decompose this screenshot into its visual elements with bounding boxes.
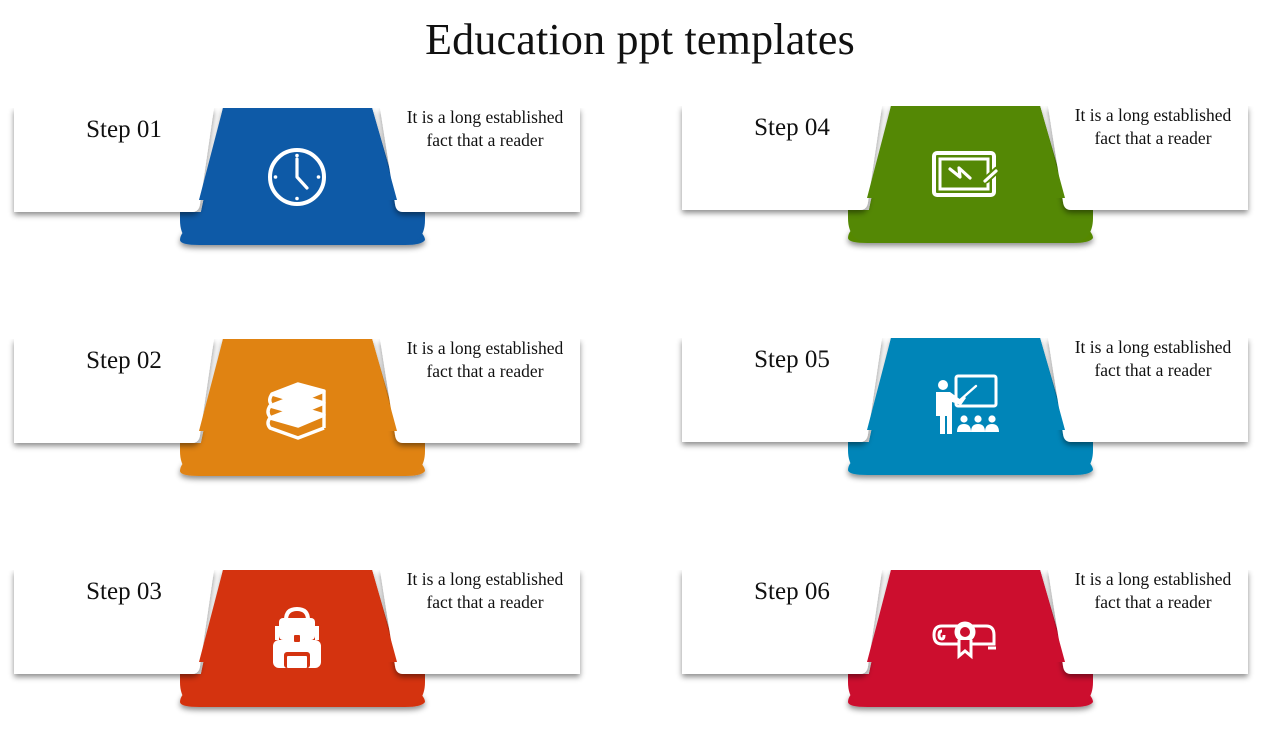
books-icon: [262, 373, 332, 443]
step-card-04: Step 04 It is a long established fact th…: [668, 98, 1268, 268]
step-description: It is a long established fact that a rea…: [1048, 104, 1258, 150]
step-description-line-1: It is a long established: [1074, 337, 1232, 357]
step-description: It is a long established fact that a rea…: [380, 337, 590, 383]
step-description-line-1: It is a long established: [1074, 105, 1232, 125]
step-description-line-2: fact that a reader: [1094, 128, 1212, 148]
step-card-02: Step 02 It is a long established fact th…: [0, 331, 600, 501]
step-description-line-1: It is a long established: [406, 338, 564, 358]
step-card-06: Step 06 It is a long established fact th…: [668, 562, 1268, 732]
slide-title: Education ppt templates: [425, 15, 855, 64]
step-label: Step 01: [86, 116, 162, 143]
step-card-01: Step 01 It is a long established fact th…: [0, 100, 600, 270]
whiteboard-icon: [930, 140, 1001, 210]
step-card-05: Step 05 It is a long established fact th…: [668, 330, 1268, 500]
step-description: It is a long established fact that a rea…: [380, 106, 590, 152]
step-description-line-2: fact that a reader: [426, 130, 544, 150]
step-label: Step 05: [754, 346, 830, 373]
step-label: Step 03: [86, 578, 162, 605]
step-description-line-1: It is a long established: [406, 107, 564, 127]
step-description-line-1: It is a long established: [1074, 569, 1232, 589]
clock-icon: [262, 142, 332, 212]
step-description: It is a long established fact that a rea…: [380, 568, 590, 614]
step-description-line-2: fact that a reader: [426, 592, 544, 612]
step-description-line-1: It is a long established: [406, 569, 564, 589]
teacher-icon: [930, 372, 1000, 442]
step-card-03: Step 03 It is a long established fact th…: [0, 562, 600, 732]
step-description: It is a long established fact that a rea…: [1048, 336, 1258, 382]
step-description-line-2: fact that a reader: [1094, 592, 1212, 612]
step-description: It is a long established fact that a rea…: [1048, 568, 1258, 614]
backpack-icon: [262, 604, 332, 674]
step-label: Step 04: [754, 114, 830, 141]
step-description-line-2: fact that a reader: [426, 361, 544, 381]
step-description-line-2: fact that a reader: [1094, 360, 1212, 380]
step-label: Step 02: [86, 347, 162, 374]
diploma-icon: [930, 604, 1000, 674]
step-label: Step 06: [754, 578, 830, 605]
